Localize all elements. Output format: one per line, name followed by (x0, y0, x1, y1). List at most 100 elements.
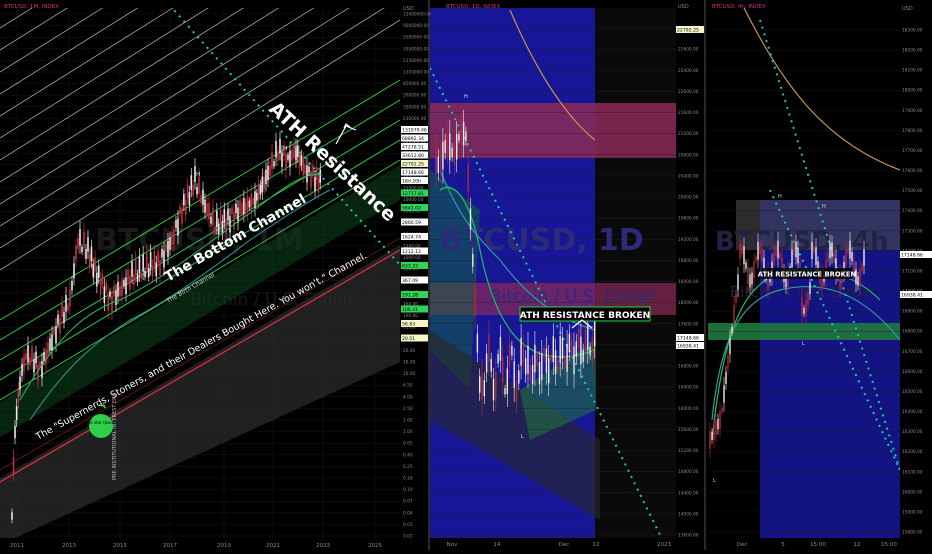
candle-body (121, 279, 123, 297)
candle-body (27, 345, 29, 362)
marker-l: L (713, 478, 716, 484)
candle-body (99, 279, 102, 295)
y-tick-label: 20400.00 (678, 173, 699, 179)
candle-body (775, 245, 777, 256)
candle-body (300, 154, 303, 166)
candle-body (105, 282, 108, 291)
candle-body (35, 351, 37, 364)
candle-body (17, 388, 20, 402)
candle-body (94, 257, 96, 272)
candle-body (741, 244, 743, 254)
price-tag-label: 2860.59 (402, 220, 421, 226)
y-tick-label: 3500000.00 (403, 46, 429, 52)
candle-body (529, 365, 531, 382)
y-tick-label: 17400.00 (902, 208, 923, 214)
candle-body (437, 156, 439, 173)
candle-body (11, 512, 13, 520)
pre-institutional-label: PRE-INSTITUTIONAL INTEREST ERA (112, 393, 118, 480)
candle-body (212, 208, 214, 226)
price-tag-label: 16938.41 (677, 344, 699, 350)
y-tick-label: 0.16 (403, 476, 413, 482)
price-tag-label: 22792.25 (402, 162, 424, 168)
candle-body (813, 247, 815, 252)
candle-body (474, 287, 476, 316)
fourhour-watermark-symbol: BTCUSD, 4h (715, 227, 889, 257)
candle-body (12, 457, 15, 474)
candle-body (261, 176, 264, 193)
candle-body (181, 208, 183, 224)
candle-body (483, 380, 485, 397)
charts-svg: BTCUSD, 1M Bitcoin / U.S. Dollar ATH Res… (0, 0, 932, 550)
candle-body (538, 362, 541, 385)
candle-body (504, 388, 506, 395)
y-tick-label: 350000.00 (403, 104, 427, 110)
y-tick-label: 20800.00 (678, 152, 699, 158)
y-tick-label: 17500.00 (902, 188, 923, 194)
price-tag-label: 18d 20h (402, 179, 421, 185)
x-tick-label: Nov (447, 542, 458, 548)
candle-body (310, 171, 312, 188)
candle-body (733, 305, 735, 323)
candle-body (534, 344, 536, 373)
candle-body (151, 265, 154, 277)
candle-body (791, 249, 793, 268)
candle-body (827, 254, 829, 262)
candle-body (801, 297, 803, 316)
marker-h: H (778, 194, 782, 200)
price-tag-label: 131979.46 (402, 128, 427, 134)
y-tick-label: 14800.00 (678, 469, 699, 475)
candle-body (511, 345, 513, 356)
candle-body (863, 249, 865, 266)
candle-body (273, 161, 275, 167)
y-tick-label: 16200.00 (902, 449, 923, 455)
candle-body (831, 242, 833, 257)
candle-body (545, 348, 548, 373)
candle-body (231, 207, 233, 214)
candle-body (69, 289, 71, 307)
candle-body (119, 286, 121, 296)
candle-body (198, 176, 200, 194)
y-tick-label: 16700.00 (902, 349, 923, 355)
y-tick-label: 17600.00 (902, 168, 923, 174)
candle-body (490, 358, 492, 372)
candle-body (216, 210, 218, 228)
candle-body (21, 363, 23, 376)
y-tick-label: 1.00 (403, 429, 413, 435)
x-tick-label: 2025 (368, 543, 382, 549)
y-tick-label: 16400.00 (678, 385, 699, 391)
candle-body (125, 277, 127, 294)
candle-body (849, 240, 851, 259)
axis-unit: USD (902, 6, 913, 12)
candle-body (190, 175, 193, 190)
candle-body (88, 254, 91, 268)
candle-body (755, 256, 757, 262)
candle-body (582, 349, 584, 362)
candle-body (304, 164, 306, 174)
candle-body (173, 229, 175, 245)
candle-body (214, 226, 216, 235)
candle-body (749, 274, 751, 288)
pink-zone (430, 103, 680, 158)
candle-body (157, 250, 159, 263)
candle-body (857, 276, 859, 286)
candle-body (550, 354, 552, 362)
candle-body (773, 251, 775, 266)
y-tick-label: 6.50 (403, 383, 413, 389)
y-tick-label: 16100.00 (902, 469, 923, 475)
price-tag-label: 106.31 (402, 307, 418, 313)
candle-body (308, 166, 310, 173)
candle-body (96, 272, 98, 287)
price-tag-label: 633.33 (402, 264, 418, 270)
candle-body (55, 326, 57, 344)
candle-body (175, 219, 177, 228)
ath-broken-label-4h: ATH RESISTANCE BROKEN (758, 271, 857, 279)
y-tick-label: 15800.00 (902, 530, 923, 536)
candle-body (729, 337, 731, 355)
candle-body (90, 246, 93, 262)
candle-body (184, 200, 187, 215)
candle-body (502, 357, 504, 383)
green-zone (708, 323, 900, 340)
candle-body (33, 359, 35, 373)
candle-body (811, 241, 813, 260)
candle-body (248, 200, 251, 208)
